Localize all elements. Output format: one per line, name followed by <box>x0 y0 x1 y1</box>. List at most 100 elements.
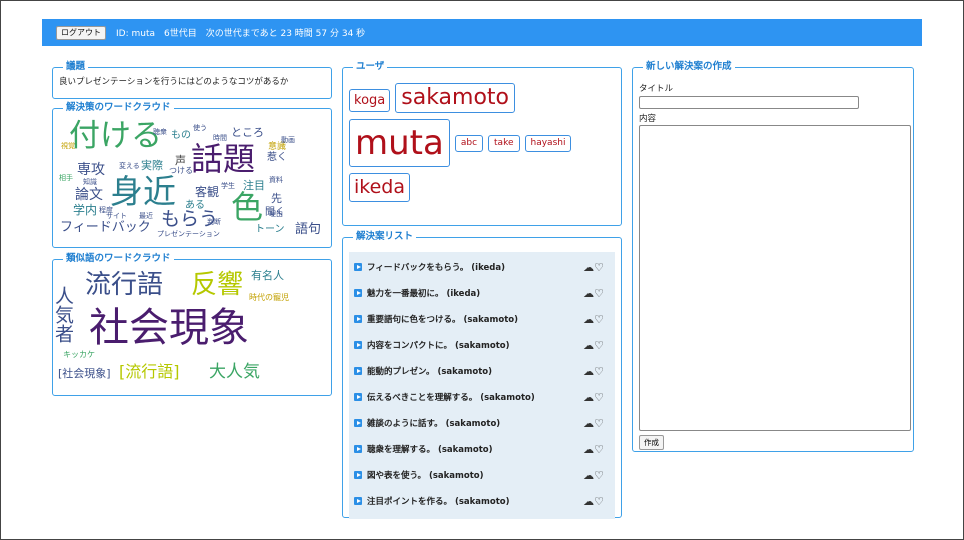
cloud-heart-icons[interactable]: ☁♡ <box>583 444 604 455</box>
similar-wordcloud-legend: 類似語のワードクラウド <box>66 253 171 264</box>
logout-button[interactable]: ログアウト <box>56 25 106 40</box>
cloud-word: 実際 <box>141 159 163 172</box>
solution-item[interactable]: 内容をコンパクトに。 (sakamoto) ☁♡ <box>354 339 610 351</box>
cloud-word: 知識 <box>83 178 97 186</box>
cloud-word: 最近 <box>139 212 153 220</box>
create-button[interactable]: 作成 <box>639 435 664 450</box>
cloud-word: 付ける <box>69 118 162 154</box>
cloud-heart-icons[interactable]: ☁♡ <box>583 314 604 325</box>
solution-item[interactable]: 重要語句に色をつける。 (sakamoto) ☁♡ <box>354 313 610 325</box>
solution-item[interactable]: 聴衆を理解する。 (sakamoto) ☁♡ <box>354 443 610 455</box>
solutions-legend: 解決案リスト <box>356 231 414 242</box>
cloud-word: 相手 <box>59 174 73 182</box>
user-button-sakamoto[interactable]: sakamoto <box>395 83 516 113</box>
theme-panel: 議題 良いプレゼンテーションを行うにはどのようなコツがあるか <box>52 62 332 99</box>
cloud-word: 聴衆 <box>153 128 167 136</box>
cloud-word: 話題 <box>191 140 256 178</box>
users-panel: ユーザ koga sakamoto muta abc take hayashi … <box>342 62 622 226</box>
cloud-heart-icons[interactable]: ☁♡ <box>583 470 604 481</box>
cloud-word: 学内 <box>73 203 98 217</box>
cloud-word: つける <box>169 166 193 175</box>
cloud-word: トーン <box>255 224 285 235</box>
expand-arrow-icon[interactable] <box>354 263 362 271</box>
cloud-heart-icons[interactable]: ☁♡ <box>583 418 604 429</box>
cloud-heart-icons[interactable]: ☁♡ <box>583 366 604 377</box>
title-input[interactable] <box>639 96 859 109</box>
cloud-word: 意識 <box>268 142 287 152</box>
cloud-word: 資料 <box>269 176 283 184</box>
cloud-word: [流行語] <box>119 362 180 381</box>
cloud-word: 時間 <box>213 134 227 142</box>
cloud-word: 社会現象 <box>89 305 249 351</box>
cloud-word: 人気者 <box>52 286 74 343</box>
cloud-word: 動画 <box>281 136 295 144</box>
solution-item[interactable]: 魅力を一番最初に。 (ikeda) ☁♡ <box>354 287 610 299</box>
solution-wordcloud-legend: 解決策のワードクラウド <box>66 102 171 113</box>
cloud-word: 流行語 <box>85 270 164 300</box>
cloud-word: 注目 <box>243 179 265 192</box>
theme-legend: 議題 <box>66 61 86 72</box>
solutions-panel: 解決案リスト フィードバックをもらう。 (ikeda) ☁♡ 魅力を一番最初に。 … <box>342 231 622 519</box>
cloud-word: 惹く <box>267 152 287 163</box>
cloud-word: 理由 <box>269 210 283 218</box>
user-generation-info: ID: muta 6世代目 次の世代まであと 23 時間 57 分 34 秒 <box>116 29 366 39</box>
user-button-muta[interactable]: muta <box>349 119 450 167</box>
cloud-word: キッカケ <box>63 350 95 359</box>
cloud-word: 程度 <box>99 206 113 214</box>
solution-item[interactable]: 伝えるべきことを理解する。 (sakamoto) ☁♡ <box>354 391 610 403</box>
cloud-word: 専攻 <box>77 162 105 178</box>
cloud-word: 色 <box>231 188 264 226</box>
expand-arrow-icon[interactable] <box>354 289 362 297</box>
similar-wordcloud-panel: 類似語のワードクラウド 流行語 反響 有名人 人気者 時代の寵児 社会現象 キッ… <box>52 254 332 396</box>
solution-item[interactable]: 能動的プレゼン。 (sakamoto) ☁♡ <box>354 365 610 377</box>
cloud-word: [社会現象] <box>58 367 111 380</box>
cloud-heart-icons[interactable]: ☁♡ <box>583 340 604 351</box>
expand-arrow-icon[interactable] <box>354 471 362 479</box>
expand-arrow-icon[interactable] <box>354 419 362 427</box>
content-textarea[interactable] <box>639 125 911 431</box>
cloud-heart-icons[interactable]: ☁♡ <box>583 288 604 299</box>
expand-arrow-icon[interactable] <box>354 445 362 453</box>
solution-item[interactable]: 注目ポイントを作る。 (sakamoto) ☁♡ <box>354 495 610 507</box>
user-button-ikeda[interactable]: ikeda <box>349 173 410 202</box>
cloud-word: 声 <box>175 154 186 167</box>
theme-text: 良いプレゼンテーションを行うにはどのようなコツがあるか <box>59 77 289 87</box>
cloud-word: ある <box>185 200 205 211</box>
cloud-heart-icons[interactable]: ☁♡ <box>583 262 604 273</box>
cloud-word: 使う <box>193 124 207 132</box>
solution-item[interactable]: 雑談のように話す。 (sakamoto) ☁♡ <box>354 417 610 429</box>
new-solution-panel: 新しい解決案の作成 タイトル 内容 作成 <box>632 62 914 452</box>
cloud-word: 反響 <box>191 270 244 300</box>
cloud-word: 先 <box>271 192 282 205</box>
expand-arrow-icon[interactable] <box>354 367 362 375</box>
expand-arrow-icon[interactable] <box>354 393 362 401</box>
cloud-word: 変える <box>119 162 140 170</box>
cloud-word: 視覚 <box>61 142 75 150</box>
user-button-koga[interactable]: koga <box>349 89 391 112</box>
solution-item[interactable]: 図や表を使う。 (sakamoto) ☁♡ <box>354 469 610 481</box>
cloud-heart-icons[interactable]: ☁♡ <box>583 392 604 403</box>
user-button-hayashi[interactable]: hayashi <box>524 134 572 152</box>
cloud-word: 語句 <box>295 222 322 237</box>
cloud-word: 客観 <box>195 185 220 199</box>
users-legend: ユーザ <box>356 61 385 72</box>
user-list: koga sakamoto muta abc take hayashi iked… <box>343 72 621 208</box>
cloud-word: 時代の寵児 <box>249 293 289 302</box>
solution-item[interactable]: フィードバックをもらう。 (ikeda) ☁♡ <box>354 261 610 273</box>
top-bar: ログアウト ID: muta 6世代目 次の世代まであと 23 時間 57 分 … <box>42 19 922 46</box>
cloud-word: 大人気 <box>209 362 260 382</box>
expand-arrow-icon[interactable] <box>354 341 362 349</box>
expand-arrow-icon[interactable] <box>354 497 362 505</box>
solution-wordcloud: 付ける 話題 身近 色 もらう フィードバック 専攻 論文 学内 客観 注目 語… <box>53 113 323 238</box>
solution-wordcloud-panel: 解決策のワードクラウド 付ける 話題 身近 色 もらう フィードバック 専攻 論… <box>52 103 332 248</box>
cloud-word: プレゼンテーション <box>157 230 220 238</box>
title-label: タイトル <box>639 84 674 94</box>
expand-arrow-icon[interactable] <box>354 315 362 323</box>
cloud-word: 論文 <box>75 187 103 203</box>
user-button-take[interactable]: take <box>488 134 520 152</box>
cloud-word: サイト <box>106 212 127 220</box>
user-button-abc[interactable]: abc <box>454 134 484 152</box>
cloud-heart-icons[interactable]: ☁♡ <box>583 496 604 507</box>
new-solution-legend: 新しい解決案の作成 <box>646 61 732 72</box>
cloud-word: 学生 <box>221 182 235 190</box>
